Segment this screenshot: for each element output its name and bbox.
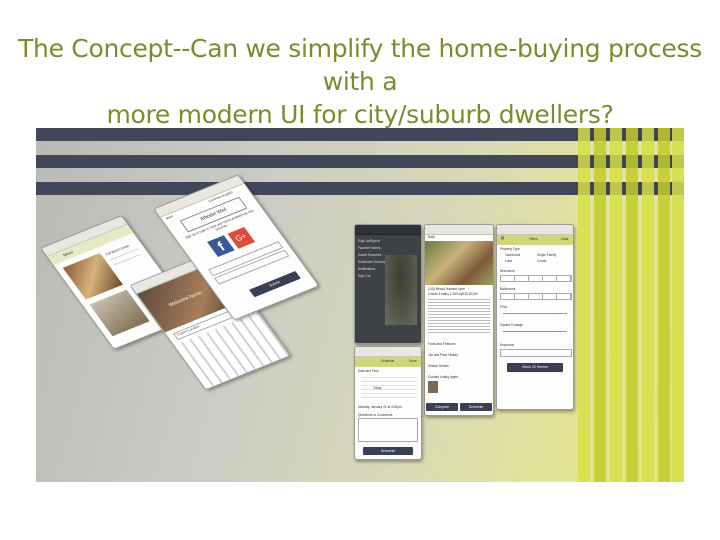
type-option[interactable]: Townhome (505, 253, 520, 257)
schedule-submit-button[interactable]: Schedule (363, 447, 413, 455)
phone-listing-detail: Back 1424 Beach Harvest Lane 4 beds 3 ba… (424, 224, 494, 416)
address-label: 216 Beach Street (104, 243, 131, 257)
property-type-label: Property Type (500, 247, 520, 251)
compare-button[interactable]: Compare (426, 403, 458, 411)
schedule-title: Schedule (381, 359, 395, 363)
keyboard[interactable] (174, 311, 290, 390)
vertical-stripe (610, 128, 622, 482)
selected-time: Monday, January 21 at 4:00pm (358, 405, 402, 409)
type-option[interactable]: Land (505, 259, 512, 263)
close-icon[interactable]: ✕ (500, 235, 505, 242)
vertical-stripe (578, 128, 590, 482)
section-row[interactable]: Contact Listing Agent (428, 375, 458, 379)
filters-title: Filters (529, 237, 538, 241)
agent-photo (428, 381, 438, 393)
type-option[interactable]: Condo (537, 259, 546, 263)
nav-item[interactable]: Notifications (358, 267, 388, 274)
status-bar (425, 225, 493, 235)
section-row[interactable]: Tax and Price History (428, 353, 458, 357)
back-link[interactable]: Back (428, 235, 435, 239)
status-bar (497, 225, 573, 235)
price-label: Price (500, 305, 508, 309)
back-link[interactable]: Back (165, 214, 174, 220)
bathrooms-segment[interactable] (500, 293, 572, 300)
title-line-1: The Concept--Can we simplify the home-bu… (18, 34, 702, 96)
keywords-input[interactable] (500, 349, 572, 357)
house-photo (62, 252, 123, 300)
slide-title: The Concept--Can we simplify the home-bu… (0, 32, 720, 131)
listing-description (428, 299, 490, 335)
type-option[interactable]: Single Family (537, 253, 556, 257)
plant-photo (385, 255, 417, 325)
clear-link[interactable]: Clear (561, 237, 569, 241)
phone-schedule: Schedule Done Date and Time Today Monday… (354, 346, 422, 460)
nav-item[interactable]: Sign Out (358, 274, 388, 281)
section-row[interactable]: Similar Homes (428, 364, 449, 368)
schedule-button[interactable]: Schedule (460, 403, 492, 411)
phone-nav-drawer: Sign Up/Sign In Favorite Homes Saved Sea… (354, 224, 422, 344)
submit-button[interactable]: Submit (249, 271, 301, 298)
nav-list: Sign Up/Sign In Favorite Homes Saved Sea… (358, 239, 388, 281)
nav-item[interactable]: Favorite Homes (358, 246, 388, 253)
today-label: Today (373, 386, 382, 390)
mockup-banner: Menu 216 Beach Street Welcome home. Curr… (36, 128, 684, 482)
bathrooms-label: Bathrooms (500, 287, 516, 291)
listing-specs: 4 beds 3 baths 2,250 sqft $215,000 (428, 292, 478, 296)
keywords-label: Keywords (500, 343, 514, 347)
date-time-label: Date and Time (358, 369, 379, 373)
date-picker[interactable] (361, 375, 417, 401)
vertical-stripe (594, 128, 606, 482)
status-bar (355, 225, 421, 235)
listing-photo (425, 241, 493, 285)
questions-label: Questions or Comments (358, 413, 393, 417)
vertical-stripe (658, 128, 670, 482)
phone-filters: ✕ Filters Clear Property Type Townhome S… (496, 224, 574, 410)
bedrooms-segment[interactable] (500, 275, 572, 282)
bedrooms-label: Bedrooms (500, 269, 515, 273)
square-footage-label: Square Footage (500, 323, 523, 327)
nav-item[interactable]: Scheduled Showings (358, 260, 388, 267)
comments-textarea[interactable] (358, 418, 418, 442)
title-line-2: more modern UI for city/suburb dwellers? (106, 100, 614, 129)
show-homes-button[interactable]: Show 20 Homes (507, 363, 563, 372)
vertical-stripe (642, 128, 654, 482)
listing-address: 1424 Beach Harvest Lane (428, 287, 465, 291)
done-link[interactable]: Done (409, 359, 417, 363)
sqft-slider[interactable] (503, 331, 567, 332)
status-bar (355, 347, 421, 357)
nav-item[interactable]: Saved Searches (358, 253, 388, 260)
vertical-stripe (626, 128, 638, 482)
nav-item[interactable]: Sign Up/Sign In (358, 239, 388, 246)
section-row[interactable]: Facts and Features (428, 342, 455, 346)
vertical-stripe (672, 128, 684, 482)
price-slider[interactable] (503, 313, 567, 314)
